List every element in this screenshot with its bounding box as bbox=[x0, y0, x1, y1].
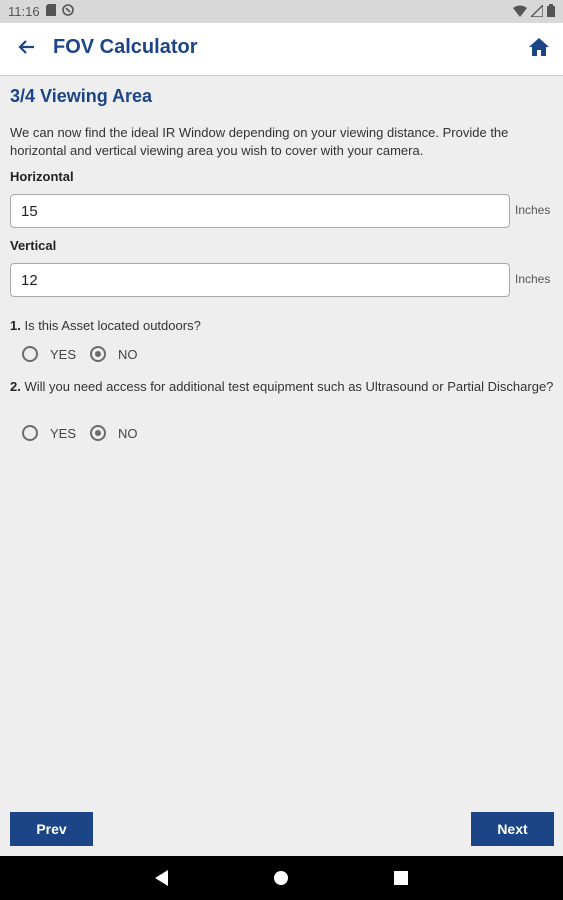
back-arrow-icon bbox=[17, 39, 35, 60]
question-2-yes-option[interactable]: YES bbox=[22, 425, 76, 441]
horizontal-input[interactable] bbox=[10, 194, 510, 228]
signal-icon bbox=[529, 2, 544, 20]
navigation-bar bbox=[0, 856, 563, 900]
prev-button[interactable]: Prev bbox=[10, 812, 93, 846]
back-button[interactable] bbox=[12, 35, 40, 63]
question-1: 1. Is this Asset located outdoors? bbox=[10, 317, 555, 334]
radio-unchecked-icon[interactable] bbox=[22, 346, 38, 362]
radio-checked-icon[interactable] bbox=[90, 425, 107, 441]
question-2-yes-label: YES bbox=[50, 425, 77, 441]
horizontal-label: Horizontal bbox=[10, 169, 74, 184]
nav-home-icon[interactable] bbox=[272, 870, 290, 886]
question-1-no-option[interactable]: NO bbox=[90, 346, 138, 362]
question-2-no-option[interactable]: NO bbox=[90, 425, 138, 441]
question-2-text: Will you need access for additional test… bbox=[24, 379, 554, 394]
wifi-icon bbox=[513, 5, 527, 20]
question-2-radio-group: YES NO bbox=[22, 425, 152, 441]
battery-icon bbox=[547, 4, 555, 20]
radio-checked-icon[interactable] bbox=[90, 346, 107, 362]
question-1-no-label: NO bbox=[118, 346, 138, 362]
question-2-no-label: NO bbox=[118, 425, 138, 441]
vertical-input[interactable] bbox=[10, 263, 510, 297]
nav-recents-icon[interactable] bbox=[392, 870, 410, 886]
question-1-text: Is this Asset located outdoors? bbox=[24, 318, 201, 333]
status-right bbox=[513, 2, 555, 20]
horizontal-unit: Inches bbox=[515, 203, 551, 217]
question-1-radio-group: YES NO bbox=[22, 346, 152, 362]
home-icon bbox=[529, 37, 549, 61]
step-description: We can now find the ideal IR Window depe… bbox=[10, 125, 509, 158]
app-bar: FOV Calculator bbox=[0, 23, 563, 76]
vertical-label: Vertical bbox=[10, 238, 57, 253]
app-title: FOV Calculator bbox=[53, 36, 198, 58]
question-2: 2. Will you need access for additional t… bbox=[10, 378, 555, 395]
radio-unchecked-icon[interactable] bbox=[22, 425, 38, 441]
nav-back-icon[interactable] bbox=[153, 870, 171, 886]
home-button[interactable] bbox=[525, 35, 553, 63]
status-time: 11:16 bbox=[8, 4, 40, 19]
question-1-yes-option[interactable]: YES bbox=[22, 346, 76, 362]
step-title: 3/4 Viewing Area bbox=[10, 86, 153, 106]
next-button[interactable]: Next bbox=[471, 812, 554, 846]
status-bar: 11:16 bbox=[0, 0, 563, 23]
status-left: 11:16 bbox=[8, 4, 74, 19]
vertical-unit: Inches bbox=[515, 272, 551, 286]
sync-icon bbox=[61, 4, 74, 19]
question-1-number: 1. bbox=[10, 318, 21, 333]
question-1-yes-label: YES bbox=[50, 346, 77, 362]
question-2-number: 2. bbox=[10, 379, 21, 394]
sim-card-icon bbox=[45, 4, 56, 19]
